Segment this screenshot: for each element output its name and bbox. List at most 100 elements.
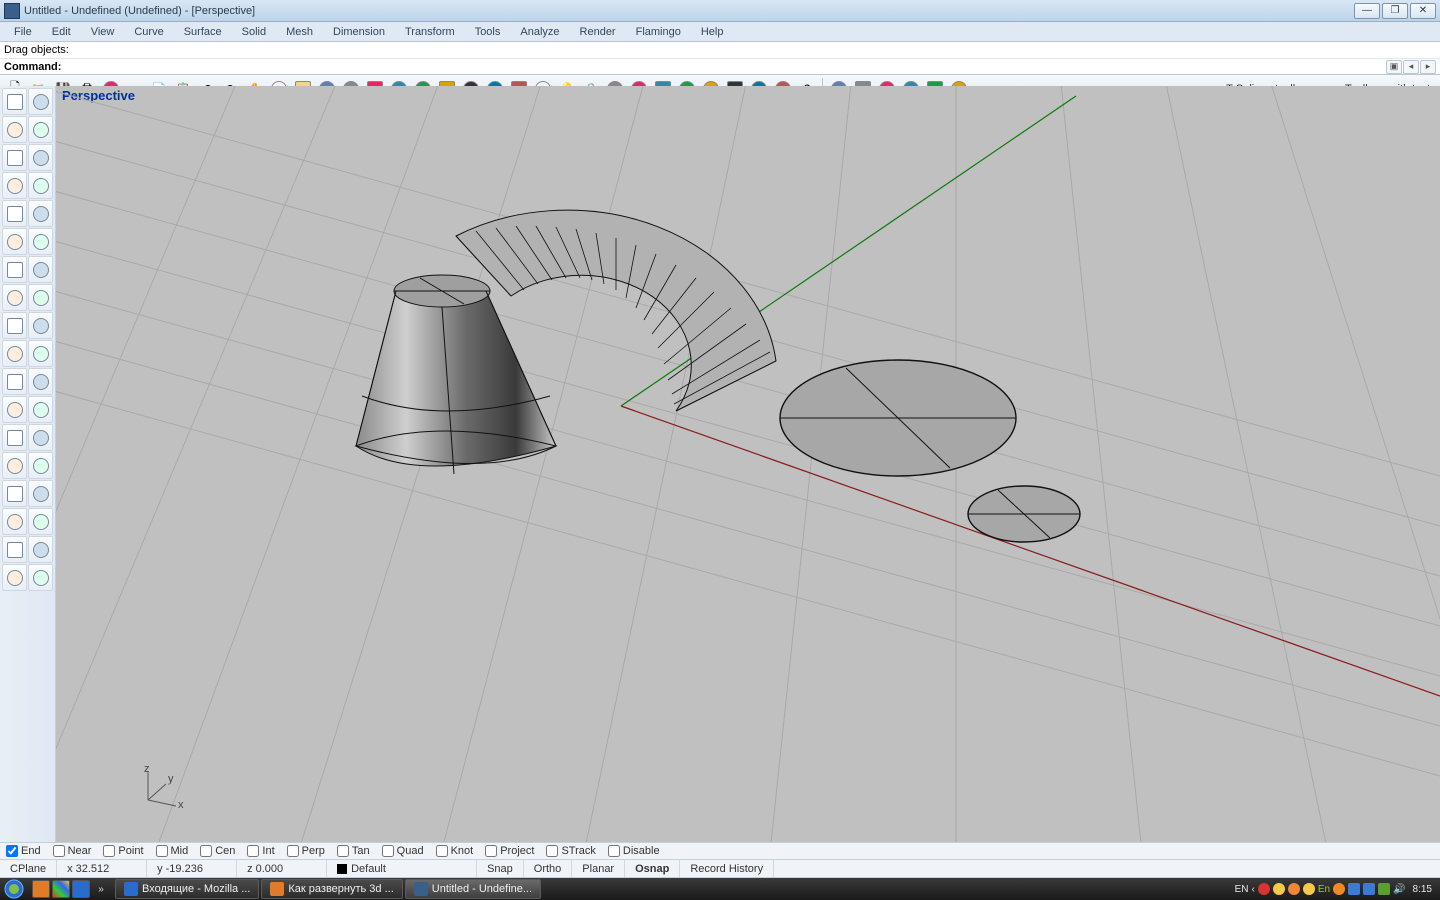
menu-analyze[interactable]: Analyze bbox=[510, 24, 569, 40]
tray-volume-icon[interactable]: 🔊 bbox=[1393, 884, 1405, 895]
maximize-button[interactable]: ❐ bbox=[1382, 3, 1408, 19]
text-tool[interactable] bbox=[2, 424, 27, 451]
curve-tool-tool[interactable] bbox=[28, 144, 53, 171]
osnap-disable[interactable]: Disable bbox=[608, 845, 660, 857]
osnap-tan[interactable]: Tan bbox=[337, 845, 370, 857]
tray-lang2[interactable]: En bbox=[1318, 884, 1330, 895]
menu-curve[interactable]: Curve bbox=[124, 24, 173, 40]
osnap-strack[interactable]: STrack bbox=[546, 845, 595, 857]
osnap-cen-checkbox[interactable] bbox=[200, 845, 212, 857]
status-toggle-snap[interactable]: Snap bbox=[477, 860, 524, 877]
status-toggle-planar[interactable]: Planar bbox=[572, 860, 625, 877]
history-next-icon[interactable]: ▸ bbox=[1420, 60, 1436, 74]
ql-firefox-icon[interactable] bbox=[32, 880, 50, 898]
menu-tools[interactable]: Tools bbox=[465, 24, 511, 40]
polygon-tool[interactable] bbox=[2, 200, 27, 227]
block-manager-tool[interactable] bbox=[2, 508, 27, 535]
osnap-point-checkbox[interactable] bbox=[103, 845, 115, 857]
sphere-tool[interactable] bbox=[28, 256, 53, 283]
render-panel-tool[interactable] bbox=[28, 480, 53, 507]
rectangle-tool[interactable] bbox=[2, 172, 27, 199]
osnap-end-checkbox[interactable] bbox=[6, 845, 18, 857]
person-tool[interactable] bbox=[2, 480, 27, 507]
osnap-cen[interactable]: Cen bbox=[200, 845, 235, 857]
points-tool[interactable] bbox=[28, 368, 53, 395]
osnap-point[interactable]: Point bbox=[103, 845, 143, 857]
close-button[interactable]: ✕ bbox=[1410, 3, 1436, 19]
group-tool[interactable] bbox=[28, 536, 53, 563]
curve-tool[interactable] bbox=[28, 116, 53, 143]
menu-transform[interactable]: Transform bbox=[395, 24, 465, 40]
layout-manager-tool[interactable] bbox=[28, 508, 53, 535]
cylinder-tool[interactable] bbox=[2, 284, 27, 311]
osnap-disable-checkbox[interactable] bbox=[608, 845, 620, 857]
osnap-project[interactable]: Project bbox=[485, 845, 534, 857]
osnap-strack-checkbox[interactable] bbox=[546, 845, 558, 857]
tray-hw-icon[interactable] bbox=[1378, 883, 1390, 895]
menu-render[interactable]: Render bbox=[570, 24, 626, 40]
status-toggle-osnap[interactable]: Osnap bbox=[625, 860, 680, 877]
menu-mesh[interactable]: Mesh bbox=[276, 24, 323, 40]
menu-dimension[interactable]: Dimension bbox=[323, 24, 395, 40]
menu-surface[interactable]: Surface bbox=[174, 24, 232, 40]
surface-tool[interactable] bbox=[28, 396, 53, 423]
curve-net-tool[interactable] bbox=[2, 396, 27, 423]
menu-view[interactable]: View bbox=[81, 24, 125, 40]
tray-clock[interactable]: 8:15 bbox=[1409, 884, 1436, 895]
status-toggle-record-history[interactable]: Record History bbox=[680, 860, 774, 877]
dimension-tool[interactable] bbox=[28, 424, 53, 451]
osnap-perp[interactable]: Perp bbox=[287, 845, 325, 857]
lasso-tool[interactable] bbox=[28, 88, 53, 115]
osnap-quad[interactable]: Quad bbox=[382, 845, 424, 857]
help-tool[interactable] bbox=[28, 564, 53, 591]
status-cplane[interactable]: CPlane bbox=[0, 860, 57, 877]
lightning-tool[interactable] bbox=[28, 312, 53, 339]
status-toggle-ortho[interactable]: Ortho bbox=[524, 860, 573, 877]
task-rhino[interactable]: Untitled - Undefine... bbox=[405, 879, 541, 899]
history-up-icon[interactable]: ▣ bbox=[1386, 60, 1402, 74]
tray-app2-icon[interactable] bbox=[1303, 883, 1315, 895]
split-tool[interactable] bbox=[28, 340, 53, 367]
pointer-tool[interactable] bbox=[2, 88, 27, 115]
arc-tool[interactable] bbox=[28, 200, 53, 227]
osnap-quad-checkbox[interactable] bbox=[382, 845, 394, 857]
tray-network-icon[interactable] bbox=[1348, 883, 1360, 895]
menu-file[interactable]: File bbox=[4, 24, 42, 40]
osnap-knot[interactable]: Knot bbox=[436, 845, 474, 857]
explode-tool[interactable] bbox=[2, 536, 27, 563]
annotation-tool[interactable] bbox=[28, 452, 53, 479]
task-firefox[interactable]: Как развернуть 3d ... bbox=[261, 879, 402, 899]
tray-lang[interactable]: EN bbox=[1235, 884, 1249, 895]
menu-edit[interactable]: Edit bbox=[42, 24, 81, 40]
ql-overflow-icon[interactable]: » bbox=[92, 880, 110, 898]
osnap-int-checkbox[interactable] bbox=[247, 845, 259, 857]
osnap-tan-checkbox[interactable] bbox=[337, 845, 349, 857]
gear-tool[interactable] bbox=[2, 312, 27, 339]
tray-app-icon[interactable] bbox=[1288, 883, 1300, 895]
minimize-button[interactable]: — bbox=[1354, 3, 1380, 19]
cage-tool[interactable] bbox=[28, 228, 53, 255]
osnap-near-checkbox[interactable] bbox=[53, 845, 65, 857]
status-layer[interactable]: Default bbox=[327, 860, 477, 877]
osnap-knot-checkbox[interactable] bbox=[436, 845, 448, 857]
revolve-tool[interactable] bbox=[28, 284, 53, 311]
ql-show-desktop-icon[interactable] bbox=[72, 880, 90, 898]
osnap-near[interactable]: Near bbox=[53, 845, 92, 857]
deform-tool[interactable] bbox=[2, 228, 27, 255]
history-prev-icon[interactable]: ◂ bbox=[1403, 60, 1419, 74]
start-button[interactable] bbox=[0, 878, 28, 900]
tray-update-icon[interactable] bbox=[1273, 883, 1285, 895]
polyline-tool[interactable] bbox=[2, 116, 27, 143]
menu-flamingo[interactable]: Flamingo bbox=[626, 24, 691, 40]
menu-help[interactable]: Help bbox=[691, 24, 734, 40]
osnap-mid[interactable]: Mid bbox=[156, 845, 189, 857]
circle-tool[interactable] bbox=[2, 144, 27, 171]
command-input[interactable] bbox=[65, 61, 1385, 73]
hatch-tool[interactable] bbox=[2, 452, 27, 479]
ql-picasa-icon[interactable] bbox=[52, 880, 70, 898]
osnap-mid-checkbox[interactable] bbox=[156, 845, 168, 857]
viewport-perspective[interactable]: Perspective bbox=[56, 86, 1440, 842]
tray-block-icon[interactable] bbox=[1258, 883, 1270, 895]
box-tool[interactable] bbox=[2, 256, 27, 283]
task-thunderbird[interactable]: Входящие - Mozilla ... bbox=[115, 879, 259, 899]
